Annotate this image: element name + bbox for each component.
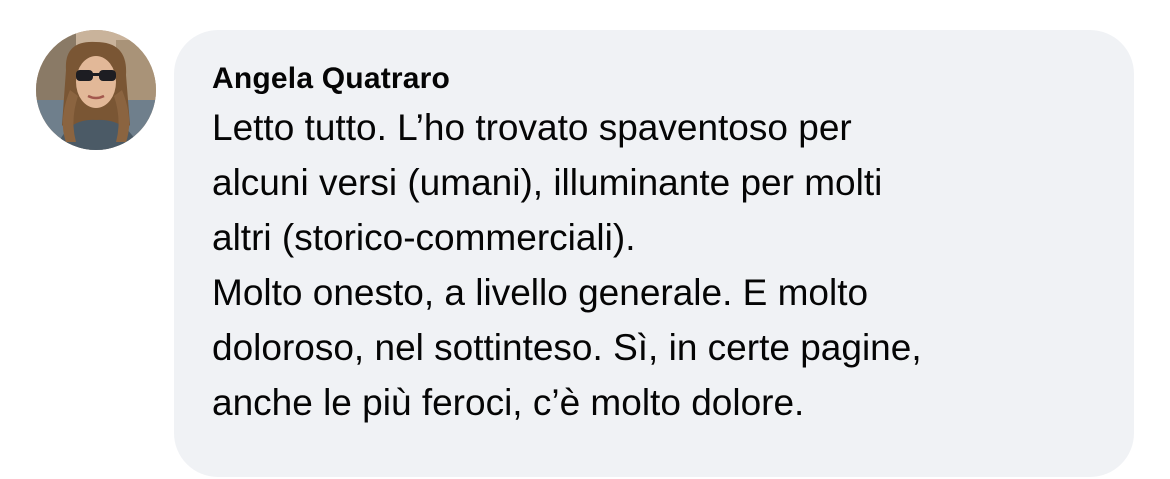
comment-text-line: Molto onesto, a livello generale. E molt… [212, 272, 869, 313]
comment-text-line: alcuni versi (umani), illuminante per mo… [212, 162, 883, 203]
comment-author-name[interactable]: Angela Quatraro [212, 60, 1098, 98]
profile-photo-icon [36, 30, 156, 150]
avatar[interactable] [36, 30, 156, 150]
comment-text-line: doloroso, nel sottinteso. Sì, in certe p… [212, 327, 922, 368]
comment-text-line: anche le più feroci, c’è molto dolore. [212, 382, 805, 423]
comment-bubble: Angela Quatraro Letto tutto. L’ho trovat… [174, 30, 1134, 477]
comment-text: Letto tutto. L’ho trovato spaventoso per… [212, 100, 1098, 430]
comment-text-line: Letto tutto. L’ho trovato spaventoso per [212, 107, 852, 148]
comment-text-line: altri (storico-commerciali). [212, 217, 636, 258]
